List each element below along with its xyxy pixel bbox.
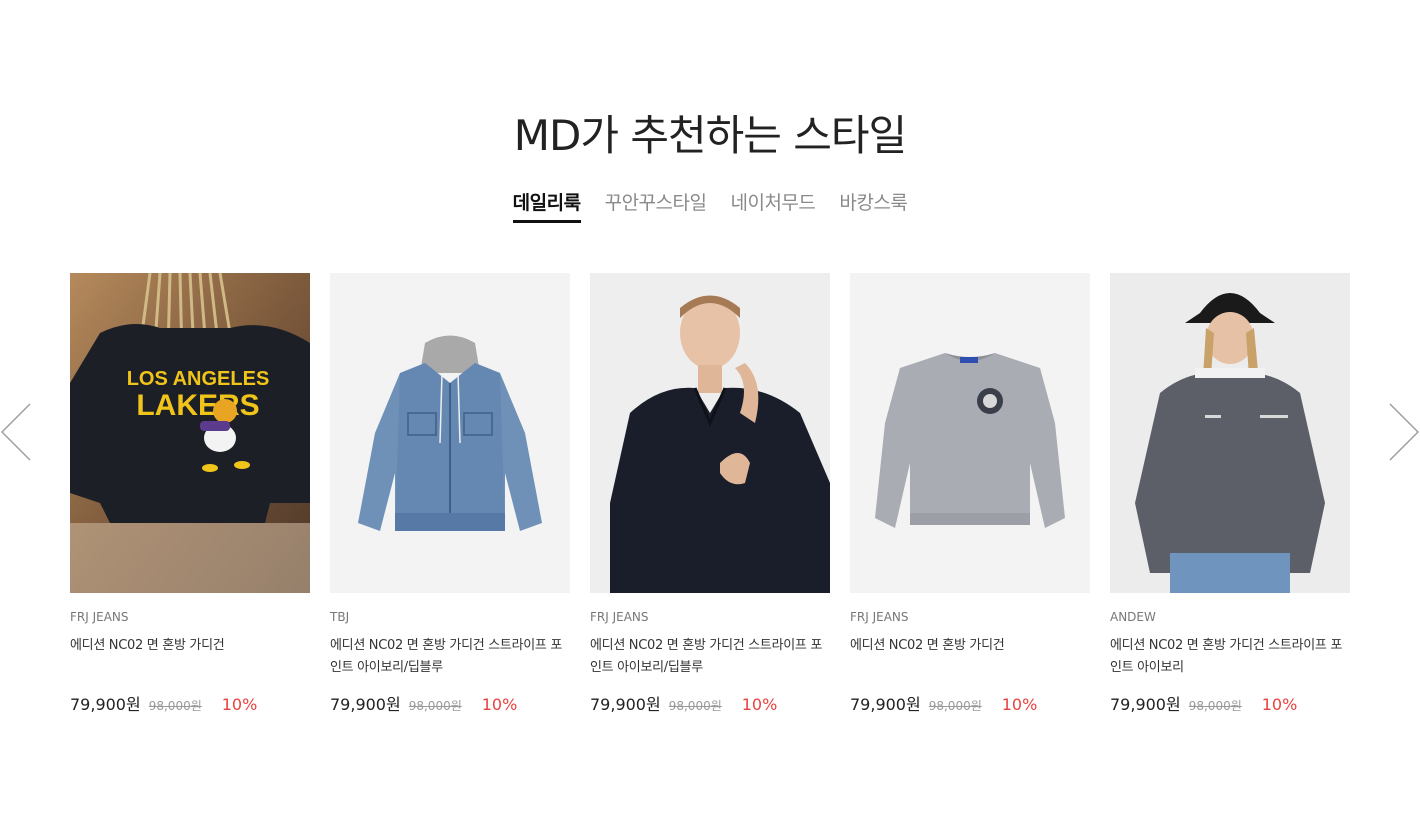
original-price: 98,000원 xyxy=(148,699,202,713)
chevron-right-icon xyxy=(1389,403,1419,461)
price-row: 79,900원 98,000원 10% xyxy=(1110,691,1350,715)
product-brand: FRJ JEANS xyxy=(850,610,909,624)
product-card[interactable]: LOS ANGELES LAKERS FRJ JEANS 에디션 NC02 면 … xyxy=(70,273,310,715)
product-brand: FRJ JEANS xyxy=(590,610,649,624)
price-row: 79,900원 98,000원 10% xyxy=(590,691,830,715)
product-image[interactable] xyxy=(1110,273,1350,593)
product-card[interactable]: ANDEW 에디션 NC02 면 혼방 가디건 스트라이프 포인트 아이보리 7… xyxy=(1110,273,1350,715)
style-tabs: 데일리룩 꾸안꾸스타일 네이처무드 바캉스룩 xyxy=(0,190,1420,223)
product-image[interactable] xyxy=(850,273,1090,593)
discount-rate: 10% xyxy=(481,695,518,714)
grey-sweatshirt-photo xyxy=(850,273,1090,593)
sale-price: 79,900원 xyxy=(1110,695,1181,714)
carousel-prev-button[interactable] xyxy=(0,402,34,462)
sale-price: 79,900원 xyxy=(330,695,401,714)
original-price: 98,000원 xyxy=(1188,699,1242,713)
original-price: 98,000원 xyxy=(928,699,982,713)
sale-price: 79,900원 xyxy=(850,695,921,714)
product-brand: ANDEW xyxy=(1110,610,1156,624)
product-name[interactable]: 에디션 NC02 면 혼방 가디건 스트라이프 포인트 아이보리/딥블루 xyxy=(590,635,830,679)
product-card[interactable]: FRJ JEANS 에디션 NC02 면 혼방 가디건 79,900원 98,0… xyxy=(850,273,1090,715)
tab-daily-look[interactable]: 데일리룩 xyxy=(512,190,581,223)
product-card[interactable]: TBJ 에디션 NC02 면 혼방 가디건 스트라이프 포인트 아이보리/딥블루… xyxy=(330,273,570,715)
logo-text: LAKERS xyxy=(136,389,259,422)
denim-jacket-photo xyxy=(330,273,570,593)
tab-vacance-look[interactable]: 바캉스룩 xyxy=(839,190,907,223)
original-price: 98,000원 xyxy=(408,699,462,713)
section-title: MD가 추천하는 스타일 xyxy=(513,111,907,160)
product-brand: TBJ xyxy=(330,610,350,624)
original-price: 98,000원 xyxy=(668,699,722,713)
product-name[interactable]: 에디션 NC02 면 혼방 가디건 xyxy=(850,635,1090,679)
tab-casual-style[interactable]: 꾸안꾸스타일 xyxy=(605,190,707,223)
model-shirt-photo xyxy=(590,273,830,593)
product-name[interactable]: 에디션 NC02 면 혼방 가디건 xyxy=(70,635,310,679)
product-brand: FRJ JEANS xyxy=(70,610,129,624)
discount-rate: 10% xyxy=(1001,695,1038,714)
lakers-tshirt-photo: LOS ANGELES LAKERS xyxy=(70,273,310,593)
sale-price: 79,900원 xyxy=(70,695,141,714)
model-sweatshirt-photo xyxy=(1110,273,1350,593)
product-card[interactable]: FRJ JEANS 에디션 NC02 면 혼방 가디건 스트라이프 포인트 아이… xyxy=(590,273,830,715)
price-row: 79,900원 98,000원 10% xyxy=(330,691,570,715)
price-row: 79,900원 98,000원 10% xyxy=(850,691,1090,715)
product-name[interactable]: 에디션 NC02 면 혼방 가디건 스트라이프 포인트 아이보리 xyxy=(1110,635,1350,679)
product-image[interactable] xyxy=(590,273,830,593)
product-name[interactable]: 에디션 NC02 면 혼방 가디건 스트라이프 포인트 아이보리/딥블루 xyxy=(330,635,570,679)
product-image[interactable] xyxy=(330,273,570,593)
tab-nature-mood[interactable]: 네이처무드 xyxy=(730,190,815,223)
sale-price: 79,900원 xyxy=(590,695,661,714)
logo-text: LOS ANGELES xyxy=(127,368,270,390)
discount-rate: 10% xyxy=(741,695,778,714)
discount-rate: 10% xyxy=(1261,695,1298,714)
carousel-next-button[interactable] xyxy=(1386,402,1420,462)
chevron-left-icon xyxy=(1,403,31,461)
discount-rate: 10% xyxy=(221,695,258,714)
product-list: LOS ANGELES LAKERS FRJ JEANS 에디션 NC02 면 … xyxy=(70,273,1350,715)
md-recommend-section: MD가 추천하는 스타일 데일리룩 꾸안꾸스타일 네이처무드 바캉스룩 LOS … xyxy=(0,0,1420,827)
price-row: 79,900원 98,000원 10% xyxy=(70,691,310,715)
product-image[interactable]: LOS ANGELES LAKERS xyxy=(70,273,310,593)
